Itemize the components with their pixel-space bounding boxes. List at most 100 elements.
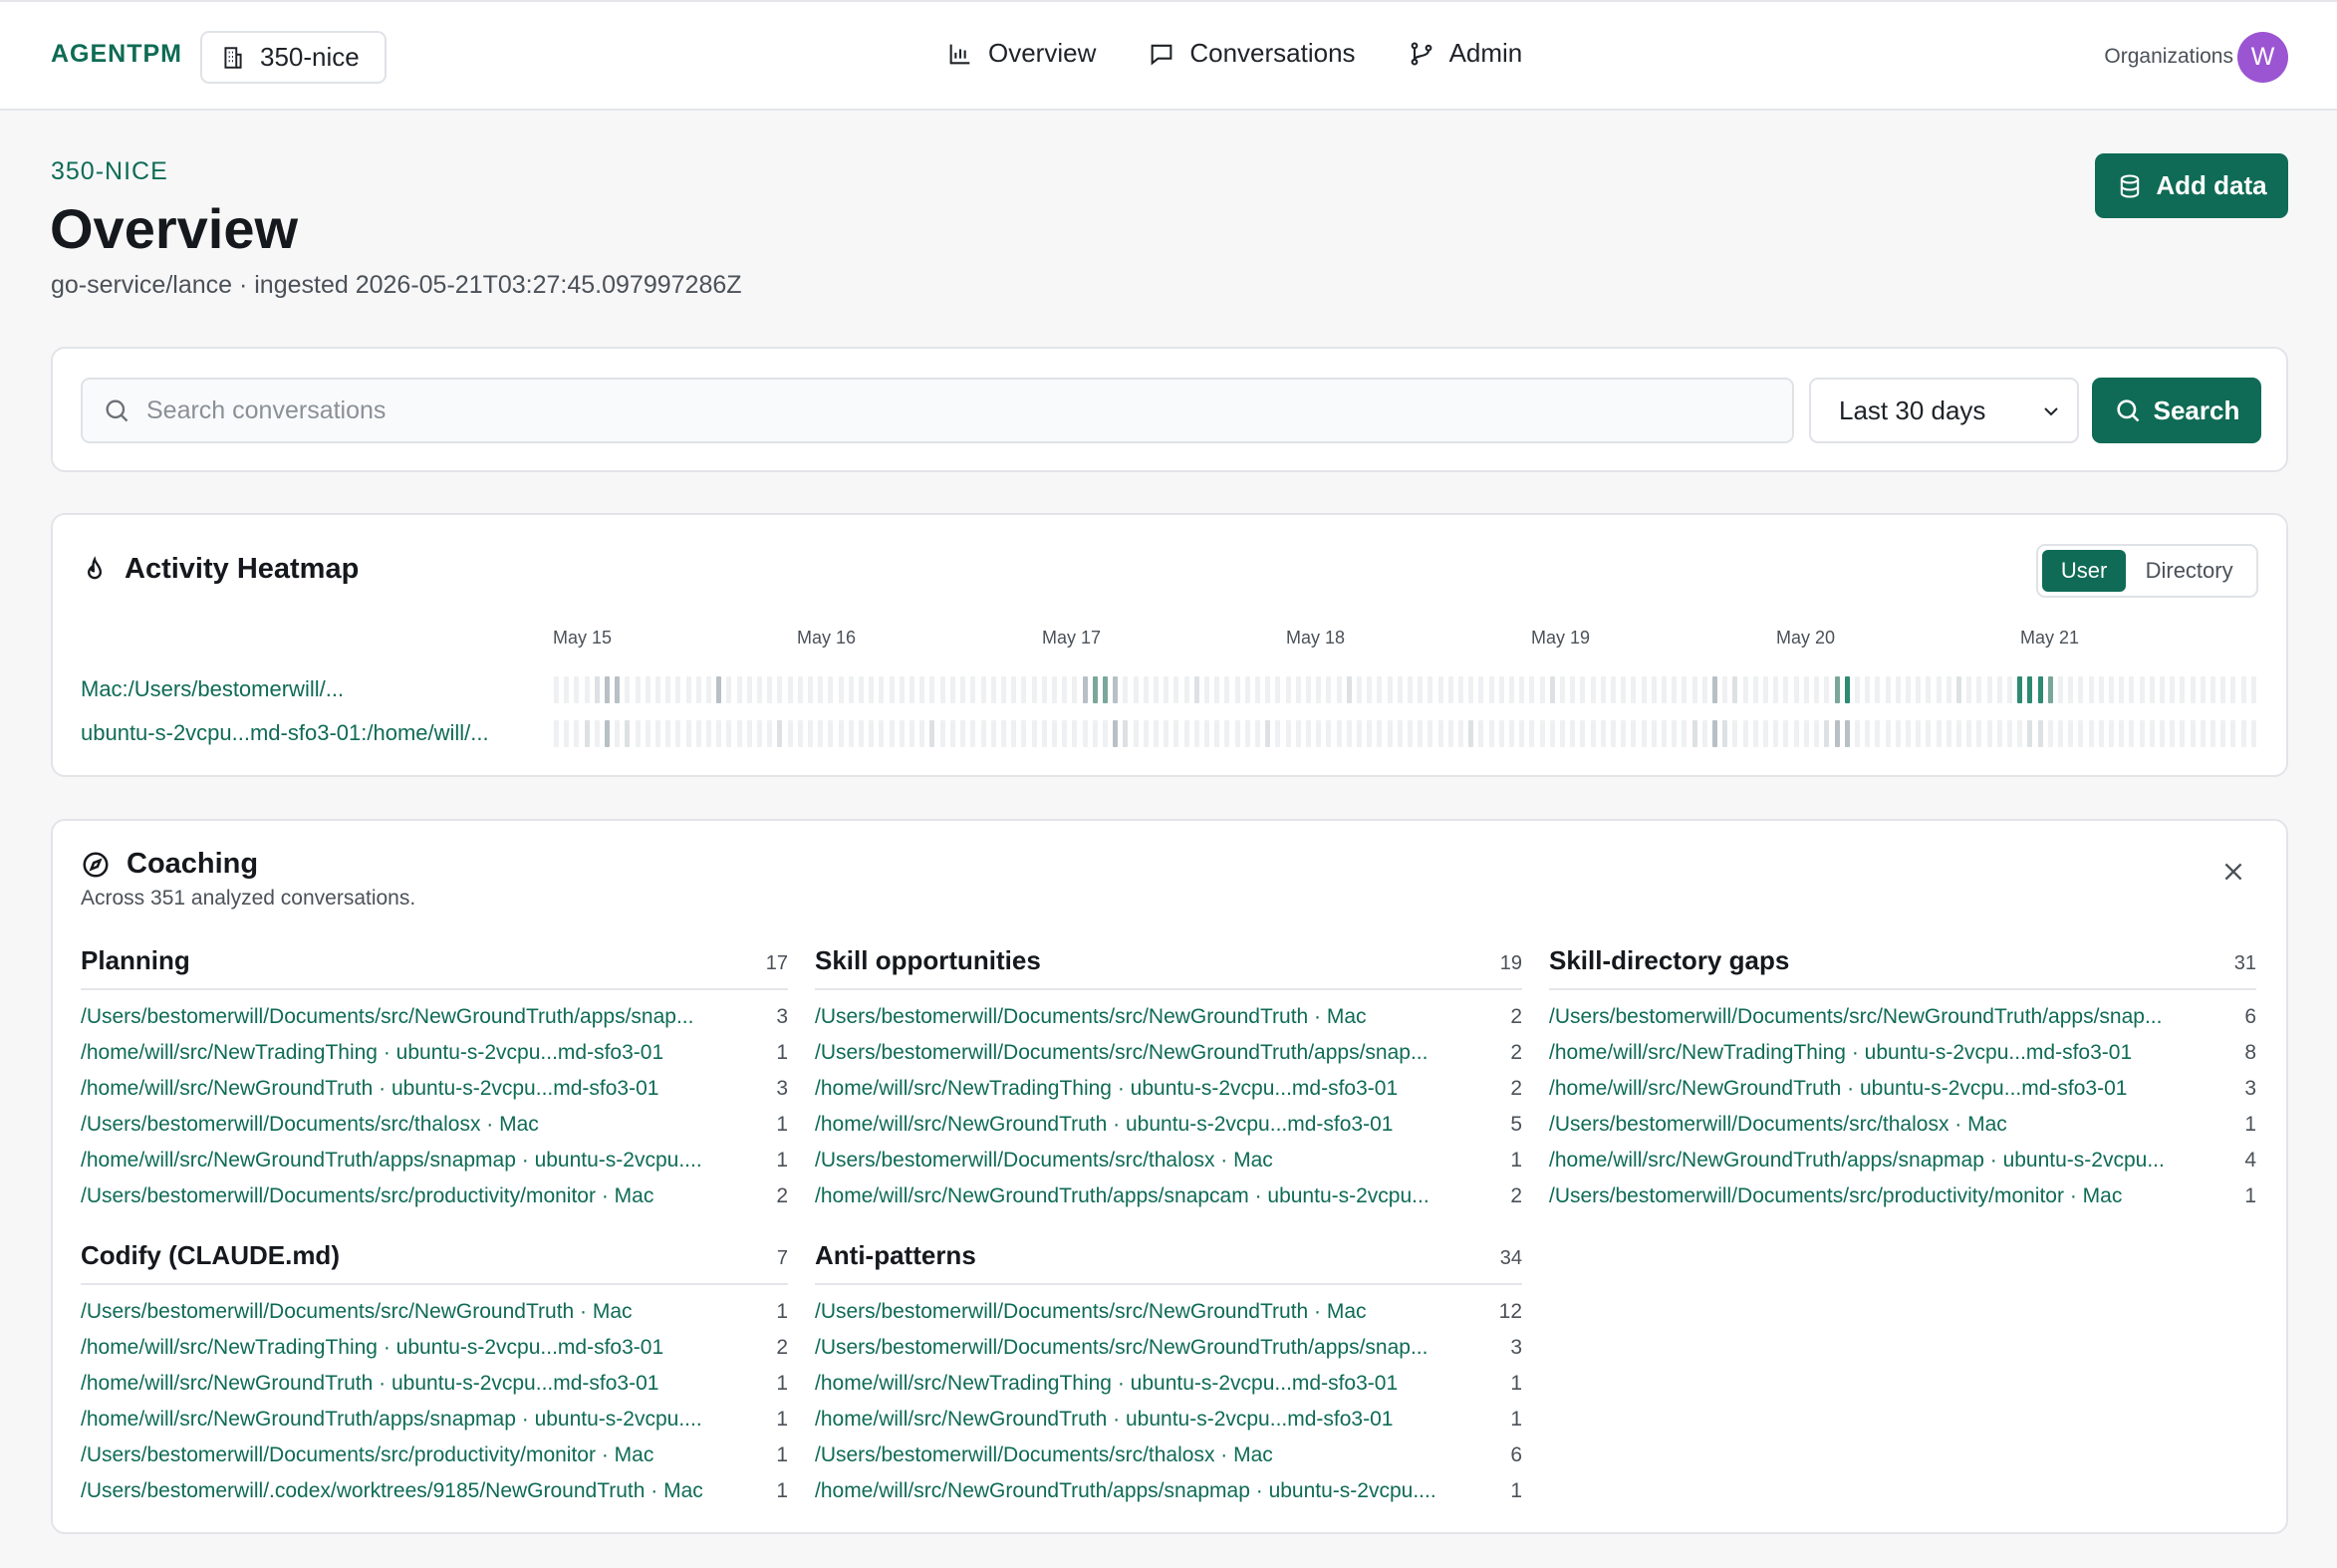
- brand-logo[interactable]: AGENTPM: [51, 40, 182, 69]
- list-item[interactable]: /Users/bestomerwill/Documents/src/NewGro…: [815, 999, 1522, 1035]
- directory-link[interactable]: /home/will/src/NewGroundTruth/apps/snapc…: [815, 1184, 1429, 1208]
- heatmap-cell[interactable]: [1183, 720, 1189, 747]
- heatmap-cell[interactable]: [1428, 720, 1433, 747]
- list-item[interactable]: /home/will/src/NewGroundTruth · ubuntu-s…: [1549, 1071, 2256, 1107]
- heatmap-cell[interactable]: [706, 676, 712, 703]
- directory-link[interactable]: /home/will/src/NewGroundTruth · ubuntu-s…: [1549, 1077, 2127, 1101]
- heatmap-cell[interactable]: [1701, 676, 1707, 703]
- heatmap-cell[interactable]: [1631, 720, 1637, 747]
- list-item[interactable]: /Users/bestomerwill/Documents/src/produc…: [1549, 1178, 2256, 1214]
- heatmap-cell[interactable]: [2149, 676, 2155, 703]
- heatmap-cell[interactable]: [757, 720, 763, 747]
- organizations-link[interactable]: Organizations: [2104, 45, 2233, 69]
- heatmap-cell[interactable]: [1173, 720, 1179, 747]
- close-icon[interactable]: [2220, 859, 2246, 885]
- heatmap-cell[interactable]: [1712, 720, 1718, 747]
- directory-link[interactable]: /home/will/src/NewTradingThing · ubuntu-…: [815, 1372, 1398, 1396]
- heatmap-cell[interactable]: [1367, 676, 1373, 703]
- list-item[interactable]: /home/will/src/NewGroundTruth/apps/snapm…: [815, 1473, 1522, 1509]
- heatmap-cell[interactable]: [787, 720, 793, 747]
- heatmap-cell[interactable]: [1244, 676, 1250, 703]
- heatmap-cell[interactable]: [859, 676, 865, 703]
- heatmap-cell[interactable]: [1051, 676, 1057, 703]
- list-item[interactable]: /home/will/src/NewTradingThing · ubuntu-…: [1549, 1035, 2256, 1071]
- heatmap-cell[interactable]: [2220, 676, 2226, 703]
- heatmap-cell[interactable]: [1183, 676, 1189, 703]
- heatmap-cell[interactable]: [2220, 720, 2226, 747]
- heatmap-cell[interactable]: [879, 720, 885, 747]
- heatmap-cell[interactable]: [655, 720, 661, 747]
- heatmap-cell[interactable]: [716, 720, 722, 747]
- heatmap-cell[interactable]: [1428, 676, 1433, 703]
- heatmap-cell[interactable]: [1752, 720, 1758, 747]
- directory-link[interactable]: /home/will/src/NewGroundTruth · ubuntu-s…: [81, 1077, 658, 1101]
- heatmap-cell[interactable]: [1590, 720, 1596, 747]
- heatmap-cell[interactable]: [1651, 720, 1657, 747]
- heatmap-cell[interactable]: [1224, 676, 1230, 703]
- heatmap-cell[interactable]: [1662, 676, 1668, 703]
- list-item[interactable]: /home/will/src/NewTradingThing · ubuntu-…: [81, 1035, 788, 1071]
- heatmap-cell[interactable]: [1265, 720, 1271, 747]
- heatmap-cell[interactable]: [2129, 720, 2135, 747]
- heatmap-cell[interactable]: [899, 676, 905, 703]
- list-item[interactable]: /Users/bestomerwill/Documents/src/NewGro…: [815, 1035, 1522, 1071]
- heatmap-cell[interactable]: [1895, 720, 1901, 747]
- heatmap-cell[interactable]: [635, 720, 641, 747]
- directory-link[interactable]: /home/will/src/NewGroundTruth/apps/snapm…: [1549, 1149, 2165, 1173]
- heatmap-cell[interactable]: [838, 720, 844, 747]
- heatmap-cell[interactable]: [960, 676, 966, 703]
- heatmap-cell[interactable]: [1773, 720, 1779, 747]
- heatmap-cell[interactable]: [1397, 676, 1403, 703]
- heatmap-cell[interactable]: [777, 720, 783, 747]
- heatmap-cell[interactable]: [2170, 676, 2176, 703]
- heatmap-cell[interactable]: [2078, 720, 2084, 747]
- heatmap-cell[interactable]: [2230, 676, 2236, 703]
- heatmap-cell[interactable]: [1946, 676, 1951, 703]
- heatmap-cell[interactable]: [675, 676, 681, 703]
- org-switcher-button[interactable]: 350-nice: [200, 31, 387, 84]
- heatmap-cell[interactable]: [605, 720, 610, 747]
- list-item[interactable]: /Users/bestomerwill/Documents/src/thalos…: [1549, 1107, 2256, 1143]
- heatmap-cell[interactable]: [1763, 676, 1769, 703]
- heatmap-cell[interactable]: [970, 720, 976, 747]
- heatmap-cell[interactable]: [1986, 676, 1992, 703]
- heatmap-cell[interactable]: [1488, 676, 1494, 703]
- heatmap-cell[interactable]: [685, 720, 691, 747]
- heatmap-cell[interactable]: [726, 720, 732, 747]
- heatmap-cell[interactable]: [1509, 676, 1515, 703]
- list-item[interactable]: /Users/bestomerwill/Documents/src/NewGro…: [1549, 999, 2256, 1035]
- heatmap-cell[interactable]: [1000, 720, 1006, 747]
- directory-link[interactable]: /Users/bestomerwill/.codex/worktrees/918…: [81, 1479, 703, 1503]
- heatmap-cell[interactable]: [1346, 720, 1352, 747]
- heatmap-cell[interactable]: [1377, 720, 1383, 747]
- heatmap-cell[interactable]: [949, 720, 955, 747]
- heatmap-cell[interactable]: [1031, 720, 1037, 747]
- heatmap-cell[interactable]: [1955, 720, 1961, 747]
- list-item[interactable]: /home/will/src/NewGroundTruth/apps/snapm…: [1549, 1143, 2256, 1178]
- heatmap-cell[interactable]: [1854, 720, 1860, 747]
- heatmap-cell[interactable]: [1732, 676, 1738, 703]
- heatmap-cell[interactable]: [1722, 720, 1728, 747]
- heatmap-cell[interactable]: [1326, 676, 1332, 703]
- directory-link[interactable]: /Users/bestomerwill/Documents/src/NewGro…: [1549, 1005, 2162, 1029]
- heatmap-cell[interactable]: [1926, 720, 1932, 747]
- heatmap-cell[interactable]: [1611, 676, 1617, 703]
- heatmap-cell[interactable]: [1854, 676, 1860, 703]
- heatmap-row-label[interactable]: ubuntu-s-2vcpu...md-sfo3-01:/home/will/.…: [81, 720, 489, 746]
- heatmap-cell[interactable]: [1580, 676, 1586, 703]
- heatmap-cell[interactable]: [1865, 720, 1871, 747]
- heatmap-cell[interactable]: [1814, 676, 1820, 703]
- heatmap-cell[interactable]: [645, 676, 650, 703]
- heatmap-cell[interactable]: [1316, 720, 1322, 747]
- nav-conversations[interactable]: Conversations: [1148, 38, 1356, 69]
- heatmap-cell[interactable]: [554, 676, 559, 703]
- heatmap-cell[interactable]: [2027, 720, 2033, 747]
- heatmap-cell[interactable]: [869, 676, 875, 703]
- heatmap-cell[interactable]: [615, 720, 621, 747]
- heatmap-cell[interactable]: [1305, 720, 1311, 747]
- heatmap-cell[interactable]: [1254, 720, 1260, 747]
- heatmap-cell[interactable]: [949, 676, 955, 703]
- heatmap-cell[interactable]: [1691, 676, 1697, 703]
- heatmap-cell[interactable]: [838, 676, 844, 703]
- directory-link[interactable]: /home/will/src/NewGroundTruth/apps/snapm…: [81, 1149, 702, 1173]
